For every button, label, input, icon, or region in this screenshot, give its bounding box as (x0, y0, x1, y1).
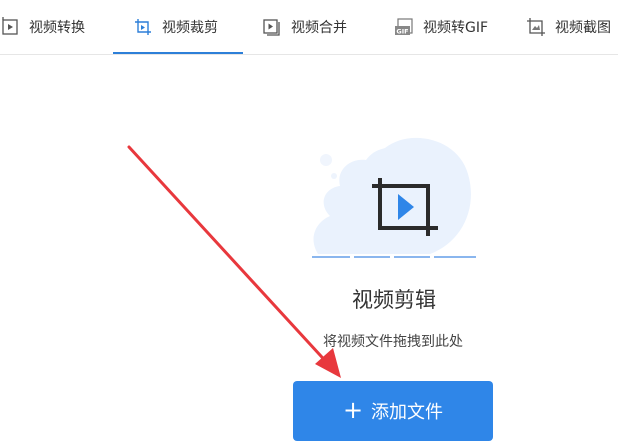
tab-label: 视频转GIF (423, 19, 489, 36)
drop-zone-hint: 将视频文件拖拽到此处 (323, 334, 463, 350)
tab-label: 视频合并 (291, 19, 347, 36)
video-merge-icon (263, 18, 280, 36)
add-file-button[interactable]: + 添加文件 (293, 381, 493, 441)
crop-play-icon (312, 137, 476, 258)
tab-video-crop[interactable]: 视频裁剪 (113, 0, 243, 54)
tab-video-screenshot[interactable]: 视频截图 (526, 0, 611, 53)
tab-bar: 视频转换 视频裁剪 视频合并 GIF 视频转GIF 视频截图 (0, 0, 618, 55)
tab-video-to-gif[interactable]: GIF 视频转GIF (394, 0, 488, 53)
tab-video-convert[interactable]: 视频转换 (0, 0, 85, 53)
tab-label: 视频裁剪 (162, 19, 218, 36)
tab-label: 视频转换 (29, 19, 85, 36)
tab-video-merge[interactable]: 视频合并 (262, 0, 347, 53)
add-file-label: 添加文件 (371, 402, 444, 423)
video-screenshot-icon (527, 17, 545, 36)
svg-text:GIF: GIF (396, 27, 408, 35)
video-crop-icon (135, 18, 151, 35)
drop-zone-title: 视频剪辑 (352, 288, 436, 312)
tab-label: 视频截图 (555, 19, 611, 36)
video-convert-icon (2, 16, 18, 35)
video-to-gif-icon: GIF (395, 17, 413, 35)
plus-icon: + (342, 396, 364, 424)
